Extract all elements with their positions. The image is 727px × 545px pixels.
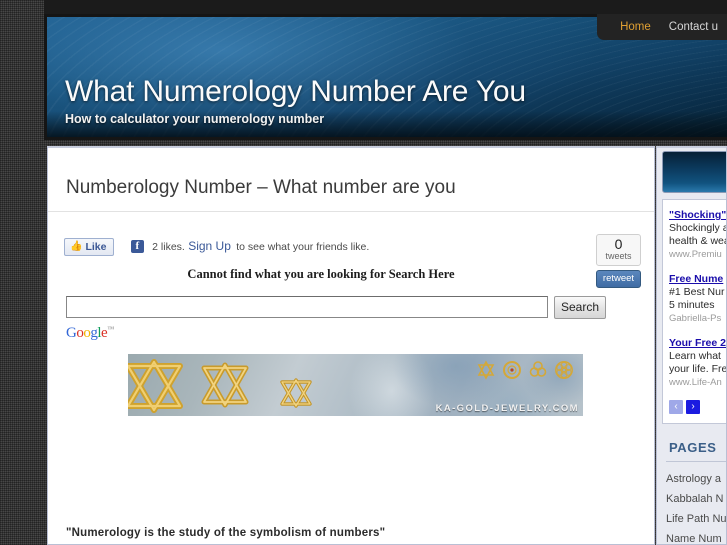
nav-item-contact-us[interactable]: Contact u (660, 14, 727, 40)
sidebar-pages-heading: PAGES (669, 440, 717, 455)
google-logo: Google™ (66, 322, 654, 341)
sidebar-ad-item[interactable]: Your Free 2 Learn what your life. Fre ww… (669, 336, 727, 389)
google-letter-g1: G (66, 324, 77, 341)
sidebar-ad-url: Gabriella-Ps (669, 313, 722, 324)
top-strip (44, 0, 727, 14)
site-title[interactable]: What Numerology Number Are You (65, 75, 526, 109)
gold-merkaba-star-large (128, 358, 184, 414)
sidebar-pages-list: Astrology a Kabbalah N Life Path Nu Name… (657, 469, 726, 544)
sidebar-ad-url: www.Premiu (669, 249, 722, 260)
sidebar-ad-title[interactable]: Your Free 2 (669, 336, 726, 350)
search-row: Search (66, 295, 654, 319)
gold-pendant-trinity-knot (528, 360, 548, 380)
sidebar-ads-block: "Shocking" Shockingly a health & wea www… (662, 199, 727, 424)
sidebar-ad-line-1: #1 Best Nur (669, 286, 725, 298)
facebook-like-button[interactable]: 👍 Like (64, 237, 115, 256)
sidebar-ad-pagination: ‹ › (669, 400, 726, 414)
facebook-signup-link[interactable]: Sign Up (188, 239, 231, 253)
facebook-f-icon: f (130, 240, 144, 254)
tweet-count-label: tweets (605, 250, 632, 261)
sidebar-page-item-life-path[interactable]: Life Path Nu (657, 509, 726, 529)
gold-merkaba-star-medium (201, 362, 249, 408)
social-share-row: 👍 Like f 2 likes. Sign Up to see what yo… (48, 228, 654, 288)
gold-merkaba-star-small (280, 377, 312, 408)
gold-pendant-circle (502, 360, 522, 380)
search-button[interactable]: Search (554, 295, 607, 319)
sidebar: "Shocking" Shockingly a health & wea www… (656, 146, 727, 545)
retweet-button[interactable]: retweet (596, 269, 641, 288)
post-title[interactable]: Numberology Number – What number are you (48, 164, 654, 212)
sidebar-ad-line-1: Shockingly a (669, 222, 727, 234)
sidebar-ad-title[interactable]: "Shocking" (669, 208, 726, 222)
main-column: Numberology Number – What number are you… (47, 146, 655, 545)
sidebar-page-item-name-number[interactable]: Name Num (657, 529, 726, 544)
chevron-right-icon[interactable]: › (686, 400, 700, 414)
sidebar-ad-line-1: Learn what (669, 350, 721, 362)
chevron-left-icon[interactable]: ‹ (669, 400, 683, 414)
facebook-likes-count: 2 likes. (152, 240, 185, 253)
tweet-count-value: 0 (614, 235, 623, 252)
gold-pendant-star-of-david (476, 359, 496, 380)
sidebar-ad-line-2: 5 minutes (669, 299, 715, 311)
tweet-count-box: 0 tweets (596, 233, 641, 266)
tweet-widget: 0 tweets retweet (596, 233, 641, 288)
google-trademark-symbol: ™ (107, 324, 115, 333)
facebook-friends-text: to see what your friends like. (236, 240, 370, 253)
sidebar-ad-item[interactable]: "Shocking" Shockingly a health & wea www… (669, 208, 727, 261)
numerology-quote: "Numerology is the study of the symbolis… (66, 527, 386, 539)
sidebar-pages-divider (666, 461, 726, 462)
sidebar-page-item-kabbalah[interactable]: Kabbalah N (657, 489, 726, 509)
banner-ad-image[interactable]: KA-GOLD-JEWELRY.COM (128, 353, 583, 416)
search-input[interactable] (66, 296, 548, 319)
sidebar-header-box (662, 151, 726, 193)
gold-pendant-flower-of-life (554, 360, 574, 380)
sidebar-ad-line-2: your life. Fre (669, 363, 727, 375)
thumbs-up-icon: 👍 (70, 240, 83, 252)
sidebar-page-item-astrology[interactable]: Astrology a (657, 469, 726, 489)
sidebar-ad-title[interactable]: Free Nume (669, 272, 726, 286)
banner-ad-credit: KA-GOLD-JEWELRY.COM (435, 402, 579, 414)
sidebar-ad-item[interactable]: Free Nume #1 Best Nur 5 minutes Gabriell… (669, 272, 726, 325)
search-prompt-text: Cannot find what you are looking for Sea… (187, 266, 455, 281)
sidebar-ad-line-2: health & wea (669, 235, 727, 247)
main-navigation: Home Contact u (597, 14, 727, 40)
content-area: Numberology Number – What number are you… (44, 146, 727, 545)
site-tagline: How to calculator your numerology number (65, 112, 325, 126)
site-page: Home Contact u What Numerology Number Ar… (44, 0, 727, 545)
sidebar-ad-url: www.Life-An (669, 377, 722, 388)
facebook-like-label: Like (85, 240, 107, 253)
nav-item-home[interactable]: Home (611, 14, 660, 40)
